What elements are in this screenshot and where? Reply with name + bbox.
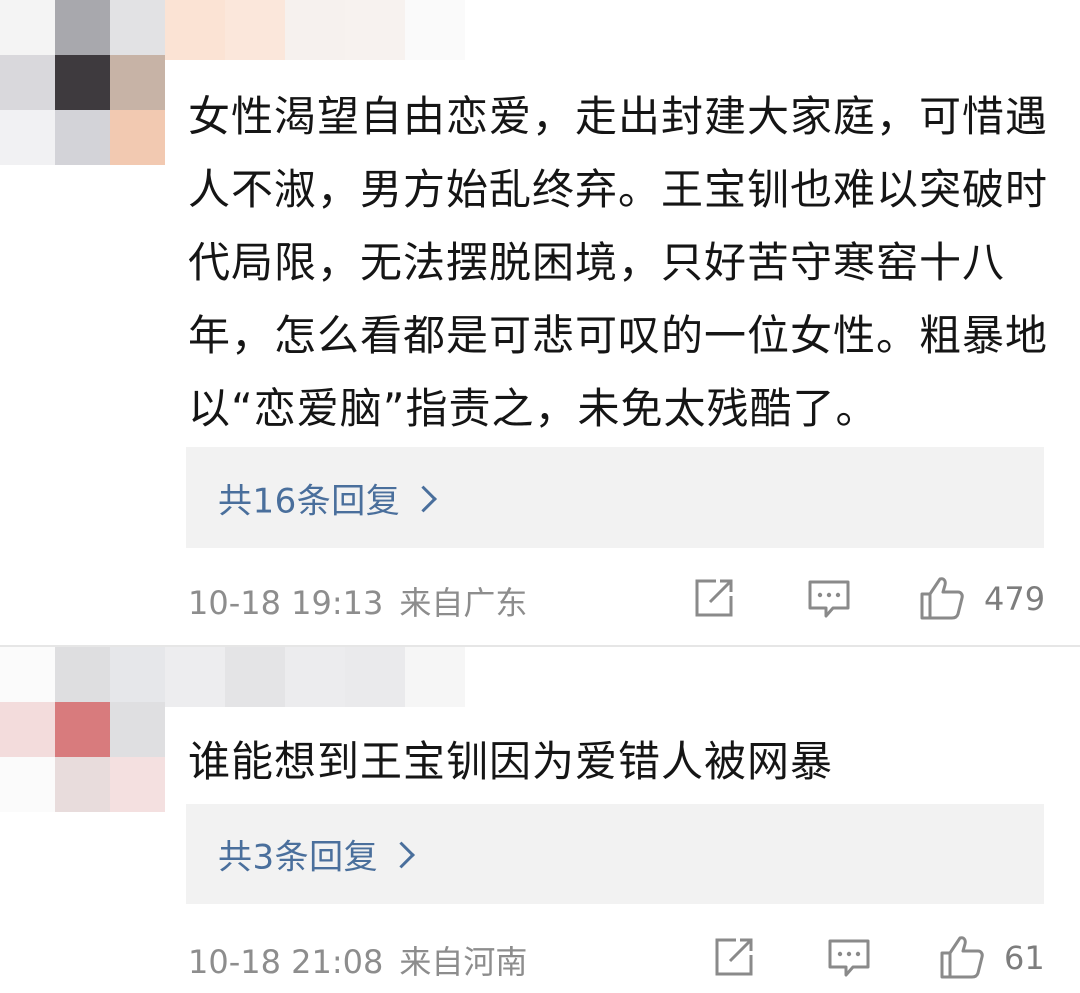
comment-meta: 10-18 19:13 来自广东 [188,578,527,624]
comment-text: 谁能想到王宝钏因为爱错人被网暴 [188,737,834,786]
thumbs-up-icon [920,577,964,620]
share-button[interactable] [692,576,736,620]
avatar[interactable] [0,0,165,165]
thumbs-up-icon [940,936,984,979]
chevron-right-icon [410,485,438,512]
username[interactable] [165,647,465,707]
comment-button[interactable] [826,937,872,979]
comment-icon [808,580,850,618]
share-icon [695,579,733,617]
comment-item: 谁能想到王宝钏因为爱错人被网暴 共3条回复 10-18 21:08 来自河南 61 [0,647,1080,993]
timestamp: 10-18 21:08 [188,943,384,981]
chevron-right-icon [388,841,416,869]
share-icon [715,938,753,976]
reply-count-label: 共16条回复 [218,481,401,521]
comment-button[interactable] [806,578,852,620]
reply-count-link[interactable]: 共16条回复 [218,473,438,522]
reply-count-link[interactable]: 共3条回复 [218,830,416,879]
reply-count-label: 共3条回复 [218,837,379,878]
comment-text: 女性渴望自由恋爱，走出封建大家庭，可惜遇人不淑，男方始乱终弃。王宝钏也难以突破时… [188,92,1049,433]
location: 来自广东 [399,584,528,622]
username[interactable] [165,0,465,60]
location: 来自河南 [399,943,528,981]
timestamp: 10-18 19:13 [188,584,384,622]
view-replies-button[interactable]: 共16条回复 [186,447,1044,548]
like-count: 61 [1004,939,1045,977]
like-count: 479 [984,580,1046,618]
like-button[interactable] [938,933,986,981]
comment-meta: 10-18 21:08 来自河南 [188,937,527,983]
comment-icon [828,939,870,977]
avatar[interactable] [0,647,165,812]
like-button[interactable] [918,574,966,622]
share-button[interactable] [712,935,756,979]
comment-item: 女性渴望自由恋爱，走出封建大家庭，可惜遇人不淑，男方始乱终弃。王宝钏也难以突破时… [0,0,1080,645]
view-replies-button[interactable]: 共3条回复 [186,804,1044,904]
